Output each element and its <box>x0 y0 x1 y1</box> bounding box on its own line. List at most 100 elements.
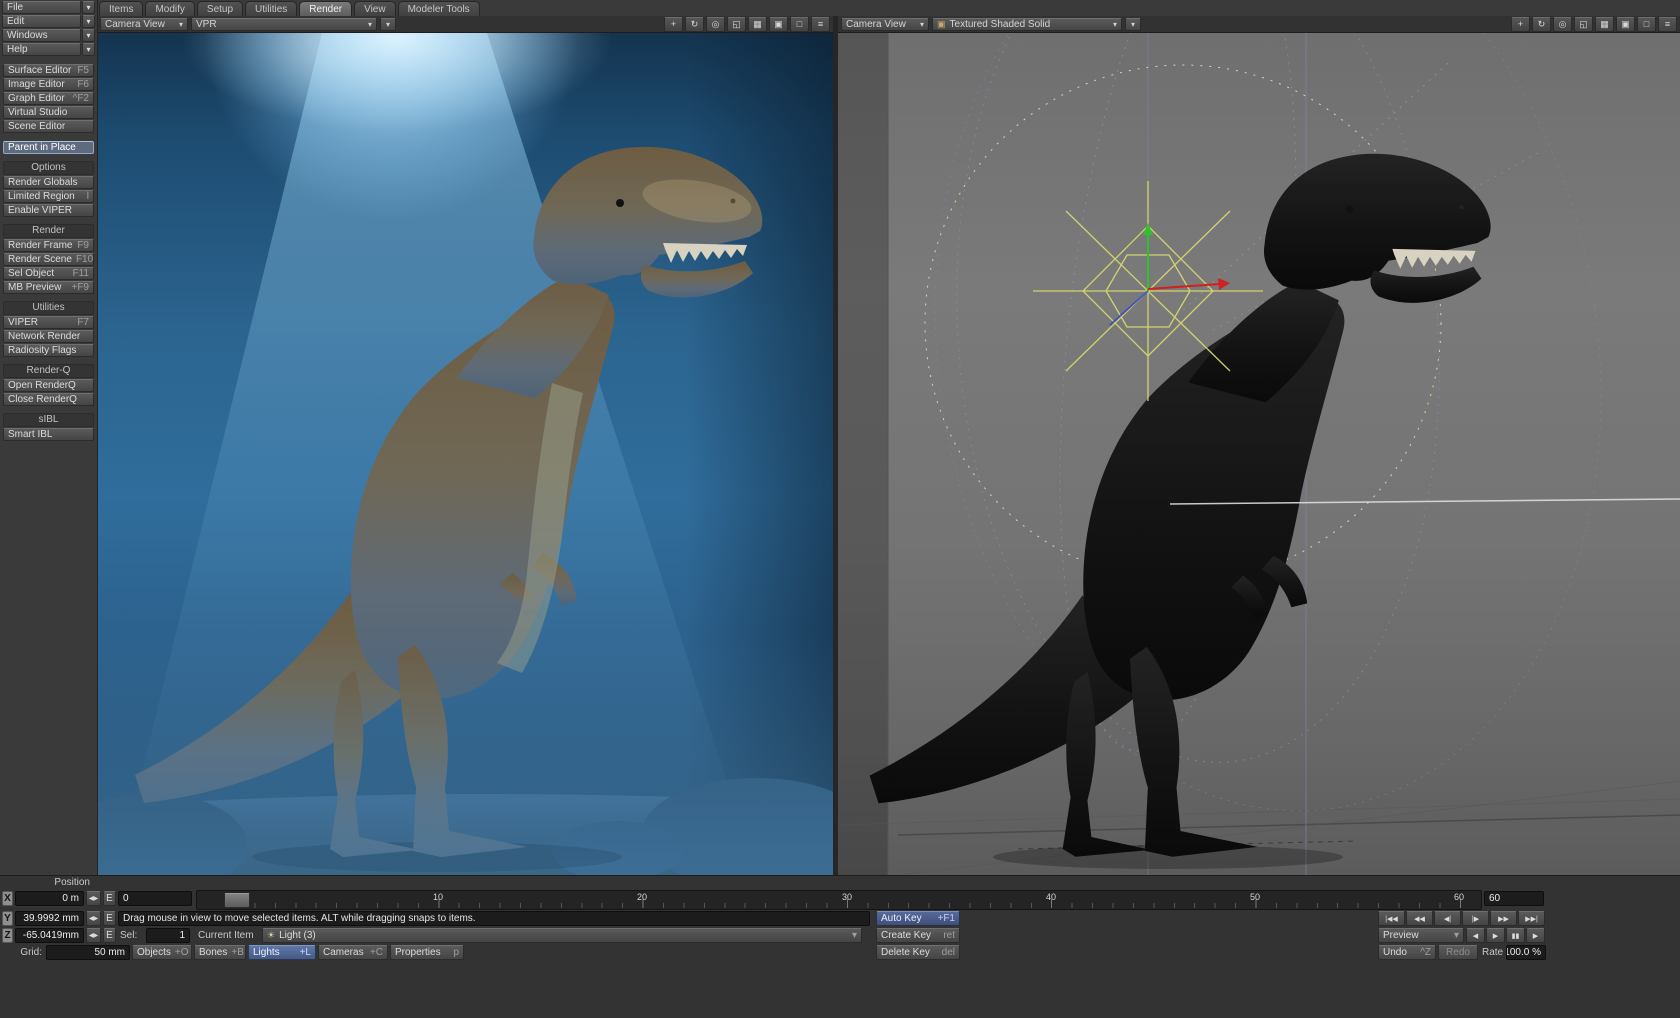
delete-key-button[interactable]: Delete Keydel <box>876 945 960 960</box>
go-to-end-button[interactable]: ▶▶| <box>1518 911 1545 926</box>
objects-toggle[interactable]: Objects+O <box>132 945 192 960</box>
lights-toggle[interactable]: Lights+L <box>248 945 316 960</box>
windows-menu[interactable]: Windows ▾ <box>2 29 95 42</box>
end-frame-field[interactable]: 60 <box>1484 891 1544 906</box>
viper-button[interactable]: VIPERF7 <box>3 316 94 329</box>
maximize-icon[interactable]: □ <box>790 17 809 32</box>
x-nudge-spinner[interactable]: ◀▶ <box>86 891 101 906</box>
timeline-ruler[interactable]: 0 10 20 30 40 50 60 <box>196 890 1482 910</box>
edit-menu[interactable]: Edit ▾ <box>2 15 95 28</box>
pause-button[interactable]: ▮▮ <box>1506 928 1525 943</box>
scene-editor-button[interactable]: Scene Editor <box>3 120 94 133</box>
viewport-right-canvas[interactable] <box>838 33 1680 875</box>
chevron-down-icon[interactable]: ▾ <box>82 43 95 56</box>
shaded-icon[interactable]: ▣ <box>769 17 788 32</box>
next-key-button[interactable]: ▶▶ <box>1490 911 1517 926</box>
position-y-field[interactable]: 39.9992 mm <box>15 911 84 926</box>
viewport-flyout-button[interactable]: ▾ <box>380 18 396 31</box>
render-globals-button[interactable]: Render Globals <box>3 176 94 189</box>
position-x-field[interactable]: 0 m <box>15 891 84 906</box>
edit-menu-label[interactable]: Edit <box>2 15 81 28</box>
menu-icon[interactable]: ≡ <box>1658 17 1677 32</box>
tab-utilities[interactable]: Utilities <box>245 1 297 16</box>
z-envelope-button[interactable]: E <box>103 928 116 943</box>
surface-editor-button[interactable]: Surface EditorF5 <box>3 64 94 77</box>
chevron-down-icon[interactable]: ▾ <box>82 29 95 42</box>
sel-object-button[interactable]: Sel ObjectF11 <box>3 267 94 280</box>
network-render-button[interactable]: Network Render <box>3 330 94 343</box>
y-nudge-spinner[interactable]: ◀▶ <box>86 911 101 926</box>
parent-in-place-button[interactable]: Parent in Place <box>3 141 94 154</box>
tab-render[interactable]: Render <box>299 1 352 16</box>
menu-icon[interactable]: ≡ <box>811 17 830 32</box>
render-frame-button[interactable]: Render FrameF9 <box>3 239 94 252</box>
bones-toggle[interactable]: Bones+B <box>194 945 246 960</box>
move-icon[interactable]: + <box>664 17 683 32</box>
x-envelope-button[interactable]: E <box>103 891 116 906</box>
y-envelope-button[interactable]: E <box>103 911 116 926</box>
chevron-down-icon[interactable]: ▾ <box>82 1 95 14</box>
tab-view[interactable]: View <box>354 1 396 16</box>
play-button[interactable]: ▶ <box>1526 928 1545 943</box>
render-mode-dropdown[interactable]: ▣ Textured Shaded Solid ▾ <box>932 18 1122 31</box>
rate-field[interactable]: 100.0 % <box>1506 945 1546 960</box>
help-menu[interactable]: Help ▾ <box>2 43 95 56</box>
tab-modeler-tools[interactable]: Modeler Tools <box>398 1 480 16</box>
preview-dropdown[interactable]: Preview▾ <box>1378 928 1464 943</box>
region-icon[interactable]: ◱ <box>727 17 746 32</box>
properties-button[interactable]: Propertiesp <box>390 945 464 960</box>
previous-key-button[interactable]: ◀◀ <box>1406 911 1433 926</box>
tab-setup[interactable]: Setup <box>197 1 243 16</box>
file-menu-label[interactable]: File <box>2 1 81 14</box>
tab-modify[interactable]: Modify <box>145 1 194 16</box>
go-to-start-button[interactable]: |◀◀ <box>1378 911 1405 926</box>
previous-frame-button[interactable]: ◀| <box>1434 911 1461 926</box>
wireframe-icon[interactable]: ▦ <box>1595 17 1614 32</box>
limited-region-button[interactable]: Limited Regionl <box>3 190 94 203</box>
wireframe-icon[interactable]: ▦ <box>748 17 767 32</box>
shaded-icon[interactable]: ▣ <box>1616 17 1635 32</box>
mb-preview-button[interactable]: MB Preview+F9 <box>3 281 94 294</box>
open-renderq-button[interactable]: Open RenderQ <box>3 379 94 392</box>
position-z-field[interactable]: -65.0419mm <box>15 928 84 943</box>
image-editor-button[interactable]: Image EditorF6 <box>3 78 94 91</box>
help-menu-label[interactable]: Help <box>2 43 81 56</box>
graph-editor-button[interactable]: Graph Editor^F2 <box>3 92 94 105</box>
region-icon[interactable]: ◱ <box>1574 17 1593 32</box>
viewport-left-canvas[interactable] <box>97 33 833 875</box>
auto-key-button[interactable]: Auto Key+F1 <box>876 911 960 926</box>
rotate-icon[interactable]: ↻ <box>1532 17 1551 32</box>
cameras-toggle[interactable]: Cameras+C <box>318 945 388 960</box>
current-frame-field[interactable]: 0 <box>118 891 192 906</box>
step-back-button[interactable]: ◀ <box>1466 928 1485 943</box>
create-key-button[interactable]: Create Keyret <box>876 928 960 943</box>
tab-items[interactable]: Items <box>99 1 143 16</box>
rotate-icon[interactable]: ↻ <box>685 17 704 32</box>
windows-menu-label[interactable]: Windows <box>2 29 81 42</box>
maximize-icon[interactable]: □ <box>1637 17 1656 32</box>
smart-ibl-button[interactable]: Smart IBL <box>3 428 94 441</box>
view-type-dropdown[interactable]: Camera View ▾ <box>841 18 929 31</box>
render-scene-button[interactable]: Render SceneF10 <box>3 253 94 266</box>
viewport-flyout-button[interactable]: ▾ <box>1125 18 1141 31</box>
zoom-icon[interactable]: ◎ <box>1553 17 1572 32</box>
z-nudge-spinner[interactable]: ◀▶ <box>86 928 101 943</box>
timeline-slider-handle[interactable] <box>224 893 250 908</box>
view-type-dropdown[interactable]: Camera View ▾ <box>100 18 188 31</box>
move-icon[interactable]: + <box>1511 17 1530 32</box>
virtual-studio-button[interactable]: Virtual Studio <box>3 106 94 119</box>
close-renderq-button[interactable]: Close RenderQ <box>3 393 94 406</box>
next-frame-button[interactable]: |▶ <box>1462 911 1489 926</box>
enable-viper-button[interactable]: Enable VIPER <box>3 204 94 217</box>
file-menu[interactable]: File ▾ <box>2 1 95 14</box>
bottom-panel: Position X 0 m ◀▶ E 0 0 10 20 30 40 50 6… <box>0 875 1680 1018</box>
play-reverse-button[interactable]: ▶ <box>1486 928 1505 943</box>
undo-button[interactable]: Undo^Z <box>1378 945 1436 960</box>
current-item-dropdown[interactable]: ☀ Light (3) ▾ <box>262 928 862 943</box>
chevron-down-icon[interactable]: ▾ <box>82 15 95 28</box>
render-mode-dropdown[interactable]: VPR ▾ <box>191 18 377 31</box>
radiosity-flags-button[interactable]: Radiosity Flags <box>3 344 94 357</box>
grid-size-field[interactable]: 50 mm <box>46 945 130 960</box>
zoom-icon[interactable]: ◎ <box>706 17 725 32</box>
redo-button[interactable]: Redo <box>1438 945 1478 960</box>
